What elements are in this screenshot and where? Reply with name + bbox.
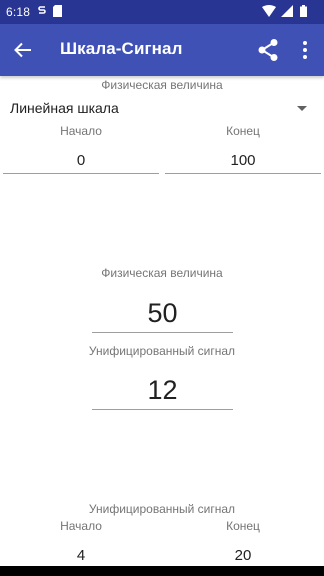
signal-icon — [281, 5, 293, 17]
physical-value-field[interactable]: 50 — [92, 294, 233, 333]
scale-type-dropdown[interactable]: Линейная шкала — [0, 94, 324, 122]
app-bar: Шкала-Сигнал — [0, 24, 324, 76]
signal-start-field[interactable]: 4 — [3, 545, 159, 567]
scale-start-label: Начало — [60, 124, 102, 138]
scale-caption: Физическая величина — [101, 78, 223, 92]
status-time: 6:18 — [6, 5, 31, 19]
navigation-bar — [0, 566, 324, 576]
wifi-icon — [262, 5, 276, 17]
scale-start-field[interactable]: 0 — [3, 150, 159, 174]
physical-value-label: Физическая величина — [101, 266, 223, 280]
status-bar: 6:18 — [0, 0, 324, 24]
scale-type-value: Линейная шкала — [10, 100, 119, 116]
arrow-back-icon[interactable] — [13, 40, 33, 60]
more-vert-icon[interactable] — [302, 40, 308, 60]
notification-s-icon — [38, 6, 46, 14]
page-title: Шкала-Сигнал — [60, 39, 183, 58]
signal-end-field[interactable]: 20 — [165, 545, 321, 567]
dropdown-arrow-icon — [297, 106, 307, 111]
signal-caption: Унифицированный сигнал — [88, 502, 236, 516]
sd-card-icon — [53, 5, 62, 17]
battery-icon — [300, 5, 307, 17]
signal-start-label: Начало — [60, 519, 102, 533]
scale-end-field[interactable]: 100 — [165, 150, 321, 174]
signal-value-label: Унифицированный сигнал — [88, 344, 236, 358]
signal-value-field[interactable]: 12 — [92, 371, 233, 410]
scale-end-label: Конец — [226, 124, 260, 138]
signal-end-label: Конец — [226, 519, 260, 533]
share-icon[interactable] — [257, 38, 279, 62]
